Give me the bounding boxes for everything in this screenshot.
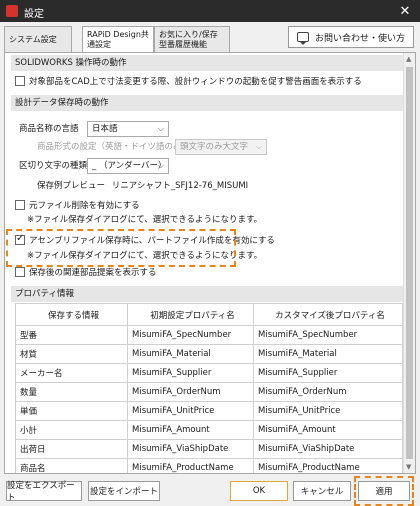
delimiter-select[interactable]: _ （アンダーバー） ⌵: [87, 158, 169, 174]
delimiter-label: 区切り文字の種類: [19, 161, 88, 171]
product-format-value: 頭文字のみ大文字: [180, 142, 249, 152]
default-property-cell: MisumiFA_Supplier: [127, 363, 254, 383]
cad-warning-checkbox[interactable]: [15, 75, 25, 86]
delimiter-value: _ （アンダーバー）: [92, 161, 167, 171]
default-property-cell: MisumiFA_Material: [127, 344, 254, 364]
ok-button[interactable]: OK: [230, 481, 288, 501]
info-cell: 型番: [15, 325, 128, 345]
scrollbar-thumb[interactable]: [406, 67, 413, 459]
info-cell: 単価: [15, 401, 128, 421]
column-header: 保存する情報: [15, 303, 128, 326]
table-row: 数量 MisumiFA_OrderNum MisumiFA_OrderNum: [15, 382, 403, 402]
default-property-cell: MisumiFA_ViaShipDate: [127, 439, 254, 459]
chevron-down-icon: ⌵: [157, 161, 164, 170]
default-property-cell: MisumiFA_UnitPrice: [127, 401, 254, 421]
tab-rapid-design-common[interactable]: RAPiD Design共通設定: [82, 26, 154, 53]
info-cell: 数量: [15, 382, 128, 402]
chevron-down-icon: ⌵: [255, 142, 262, 151]
table-row: 材質 MisumiFA_Material MisumiFA_Material: [15, 344, 403, 364]
column-header: カスタマイズ後プロパティ名: [253, 303, 403, 326]
table-row: 出荷日 MisumiFA_ViaShipDate MisumiFA_ViaShi…: [15, 439, 403, 459]
window-title: 設定: [24, 9, 44, 20]
column-header: 初期設定プロパティ名: [127, 303, 254, 326]
delete-original-option[interactable]: 元ファイル削除を有効にする: [15, 199, 140, 212]
info-cell: 小計: [15, 420, 128, 440]
product-format-label: 商品形式の設定（英語・ドイツ語のみ）: [37, 142, 191, 152]
property-section-header: プロパティ情報: [11, 286, 403, 302]
default-property-cell: MisumiFA_Amount: [127, 420, 254, 440]
delete-original-checkbox[interactable]: [15, 199, 25, 210]
save-preview-label: 保存例プレビュー: [37, 181, 106, 191]
cancel-button[interactable]: キャンセル: [293, 481, 351, 501]
cad-warning-label: 対象部品をCAD上で寸法変更する際、設計ウィンドウの起動を促す警告画面を表示する: [29, 77, 362, 87]
highlight-assembly-option: [6, 229, 236, 267]
import-settings-button[interactable]: 設定をインポート: [88, 481, 160, 501]
chevron-down-icon: ⌵: [157, 124, 164, 133]
property-table: 保存する情報 初期設定プロパティ名 カスタマイズ後プロパティ名 型番 Misum…: [15, 303, 403, 473]
related-parts-checkbox[interactable]: [15, 266, 25, 277]
app-icon: [6, 5, 18, 17]
custom-property-cell[interactable]: MisumiFA_SpecNumber: [253, 325, 403, 345]
table-header-row: 保存する情報 初期設定プロパティ名 カスタマイズ後プロパティ名: [15, 303, 403, 326]
table-row: メーカー名 MisumiFA_Supplier MisumiFA_Supplie…: [15, 363, 403, 383]
scroll-down-icon[interactable]: ▼: [406, 463, 411, 471]
table-row: 商品名 MisumiFA_ProductName MisumiFA_Produc…: [15, 458, 403, 473]
default-property-cell: MisumiFA_OrderNum: [127, 382, 254, 402]
save-preview: 保存例プレビュー リニアシャフト_SFJ12-76_MISUMI: [37, 180, 248, 192]
close-button[interactable]: ✕: [390, 0, 420, 22]
info-cell: 材質: [15, 344, 128, 364]
delete-original-note: ※ファイル保存ダイアログにて、選択できるようになります。: [27, 215, 263, 225]
custom-property-cell[interactable]: MisumiFA_Material: [253, 344, 403, 364]
scroll-up-icon[interactable]: ▲: [406, 55, 411, 63]
custom-property-cell[interactable]: MisumiFA_Supplier: [253, 363, 403, 383]
default-property-cell: MisumiFA_SpecNumber: [127, 325, 254, 345]
table-row: 単価 MisumiFA_UnitPrice MisumiFA_UnitPrice: [15, 401, 403, 421]
related-parts-label: 保存後の関連部品提案を表示する: [29, 268, 157, 278]
custom-property-cell[interactable]: MisumiFA_ProductName: [253, 458, 403, 473]
info-cell: 出荷日: [15, 439, 128, 459]
custom-property-cell[interactable]: MisumiFA_OrderNum: [253, 382, 403, 402]
highlight-apply-button: [354, 476, 414, 506]
vertical-scrollbar[interactable]: ▲ ▼: [403, 53, 415, 473]
default-property-cell: MisumiFA_ProductName: [127, 458, 254, 473]
custom-property-cell[interactable]: MisumiFA_UnitPrice: [253, 401, 403, 421]
cad-warning-option[interactable]: 対象部品をCAD上で寸法変更する際、設計ウィンドウの起動を促す警告画面を表示する: [15, 75, 362, 88]
inquiry-button[interactable]: お問い合わせ・使い方: [288, 26, 414, 48]
custom-property-cell[interactable]: MisumiFA_Amount: [253, 420, 403, 440]
table-row: 小計 MisumiFA_Amount MisumiFA_Amount: [15, 420, 403, 440]
inquiry-button-label: お問い合わせ・使い方: [315, 33, 406, 44]
info-cell: メーカー名: [15, 363, 128, 383]
related-parts-option[interactable]: 保存後の関連部品提案を表示する: [15, 266, 157, 279]
product-name-lang-select[interactable]: 日本語 ⌵: [87, 121, 169, 137]
product-format-select: 頭文字のみ大文字 ⌵: [175, 139, 267, 155]
delete-original-label: 元ファイル削除を有効にする: [29, 201, 140, 211]
custom-property-cell[interactable]: MisumiFA_ViaShipDate: [253, 439, 403, 459]
product-name-lang-label: 商品名称の言語: [19, 124, 79, 134]
tab-system-settings[interactable]: システム設定: [4, 26, 72, 52]
export-settings-button[interactable]: 設定をエクスポート: [6, 481, 82, 503]
save-section-header: 設計データ保存時の動作: [11, 95, 403, 111]
info-cell: 商品名: [15, 458, 128, 473]
tab-favorites-history[interactable]: お気に入り/保存型番履歴機能: [154, 26, 230, 52]
title-bar: 設定 ✕: [0, 0, 420, 22]
solidworks-section-header: SOLIDWORKS 操作時の動作: [11, 55, 403, 71]
save-preview-value: リニアシャフト_SFJ12-76_MISUMI: [111, 181, 249, 191]
chat-icon: [297, 32, 309, 45]
product-name-lang-value: 日本語: [92, 124, 118, 134]
table-row: 型番 MisumiFA_SpecNumber MisumiFA_SpecNumb…: [15, 325, 403, 345]
